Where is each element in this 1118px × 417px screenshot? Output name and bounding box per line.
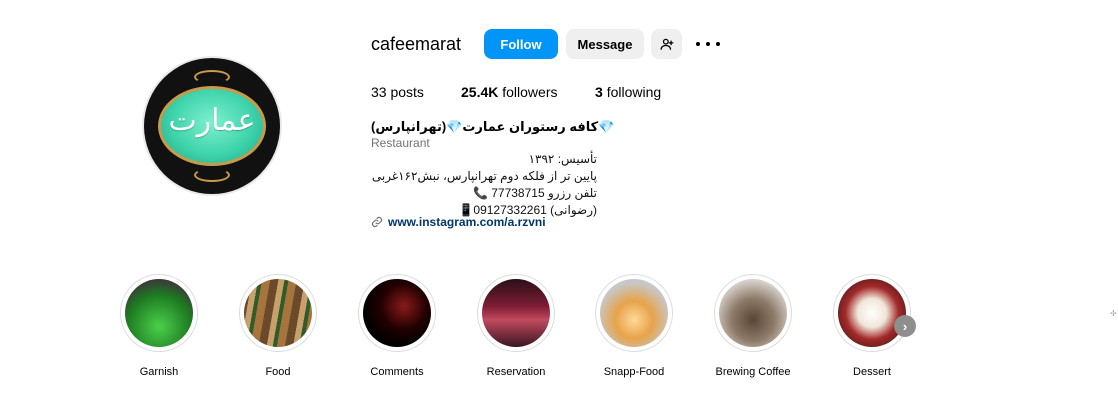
bio-external-link[interactable]: www.instagram.com/a.rzvni [371, 215, 546, 229]
highlights-next-button[interactable]: › [894, 315, 916, 337]
highlight-ring [477, 274, 555, 352]
highlight-cover [244, 279, 312, 347]
message-button[interactable]: Message [566, 29, 644, 59]
more-dot [716, 42, 720, 46]
followers-stat[interactable]: 25.4K followers [461, 84, 558, 100]
following-stat[interactable]: 3 following [595, 84, 661, 100]
highlight-ring [595, 274, 673, 352]
avatar-ornament-top [194, 70, 230, 84]
bio-display-name: 💎کافه رستوران عمارت💎(تهرانپارس) [371, 119, 615, 134]
highlight-label: Reservation [486, 366, 546, 378]
more-dot [696, 42, 700, 46]
highlight-item[interactable]: Snapp-Food [584, 274, 684, 378]
highlight-item[interactable]: Garnish [109, 274, 209, 378]
bio-line: پایین تر از فلکه دوم تهرانپارس، نبش۱۶۲غر… [371, 169, 597, 183]
bio-link-text: www.instagram.com/a.rzvni [388, 215, 546, 229]
highlight-cover [600, 279, 668, 347]
followers-label: followers [502, 84, 558, 100]
highlight-label: Dessert [853, 366, 891, 378]
suggested-users-button[interactable] [651, 29, 682, 59]
highlight-label: Brewing Coffee [715, 366, 791, 378]
highlight-cover [719, 279, 787, 347]
chevron-right-icon: › [902, 318, 908, 334]
highlight-label: Snapp-Food [603, 366, 665, 378]
highlight-ring [239, 274, 317, 352]
posts-count: 33 [371, 84, 387, 100]
avatar-ornament-bottom [194, 168, 230, 182]
add-user-icon [660, 38, 673, 50]
bio-text: تأسیس: ۱۳۹۲ پایین تر از فلکه دوم تهرانپا… [371, 151, 597, 219]
avatar-logo-text: عمارت [168, 103, 256, 138]
highlight-item[interactable]: Food [228, 274, 328, 378]
following-count: 3 [595, 84, 603, 100]
bio-line: تأسیس: ۱۳۹۲ [528, 152, 597, 166]
more-dot [706, 42, 710, 46]
highlight-label: Garnish [139, 366, 179, 378]
following-label: following [606, 84, 662, 100]
more-options-icon[interactable] [696, 42, 720, 48]
highlight-ring [358, 274, 436, 352]
followers-count: 25.4K [461, 84, 499, 100]
highlight-item[interactable]: Brewing Coffee [703, 274, 803, 378]
highlight-ring [714, 274, 792, 352]
posts-stat: 33 posts [371, 84, 424, 100]
scroll-indicator-icon: ✢ [1110, 309, 1117, 318]
profile-avatar[interactable]: عمارت [144, 58, 280, 194]
highlight-cover [482, 279, 550, 347]
posts-label: posts [390, 84, 424, 100]
profile-username: cafeemarat [371, 34, 462, 54]
highlight-ring [833, 274, 911, 352]
highlight-ring [120, 274, 198, 352]
highlight-label: Food [265, 366, 291, 378]
bio-line: تلفن رزرو 77738715 📞 [472, 186, 597, 200]
highlight-cover [363, 279, 431, 347]
highlight-item[interactable]: Reservation [466, 274, 566, 378]
highlight-item[interactable]: Comments [347, 274, 447, 378]
highlight-label: Comments [370, 366, 424, 378]
follow-button[interactable]: Follow [484, 29, 558, 59]
story-highlights: Garnish Food Comments Reservation Snapp-… [0, 274, 1118, 384]
highlight-cover [838, 279, 906, 347]
link-icon [371, 216, 383, 228]
highlight-cover [125, 279, 193, 347]
bio-category: Restaurant [371, 136, 430, 150]
